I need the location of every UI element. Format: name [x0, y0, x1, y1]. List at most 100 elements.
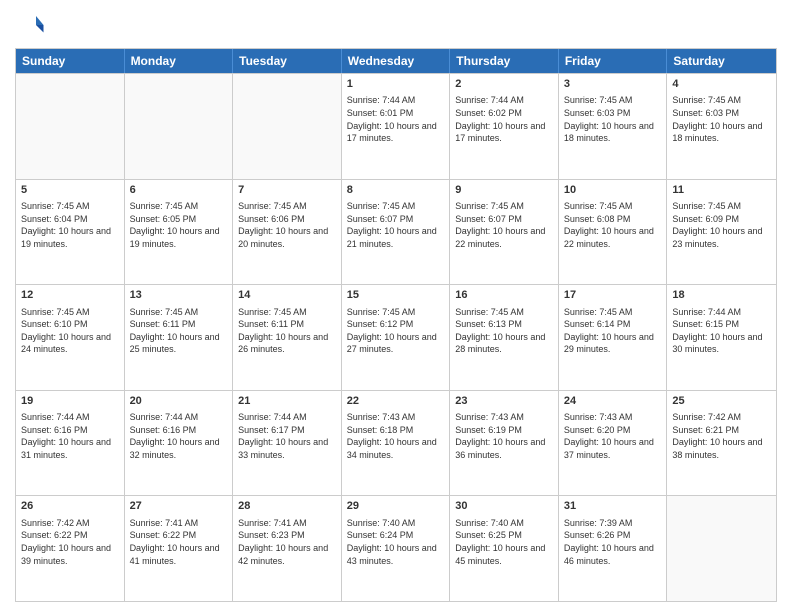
- day-number: 2: [455, 77, 553, 92]
- day-info: Sunrise: 7:42 AMSunset: 6:22 PMDaylight:…: [21, 517, 119, 567]
- day-cell-14: 14 Sunrise: 7:45 AMSunset: 6:11 PMDayligh…: [233, 285, 342, 390]
- day-number: 3: [564, 77, 662, 92]
- day-cell-8: 8 Sunrise: 7:45 AMSunset: 6:07 PMDaylight…: [342, 180, 451, 285]
- day-cell-16: 16 Sunrise: 7:45 AMSunset: 6:13 PMDayligh…: [450, 285, 559, 390]
- day-info: Sunrise: 7:45 AMSunset: 6:06 PMDaylight:…: [238, 200, 336, 250]
- day-number: 14: [238, 288, 336, 303]
- day-info: Sunrise: 7:42 AMSunset: 6:21 PMDaylight:…: [672, 411, 771, 461]
- day-cell-1: 1 Sunrise: 7:44 AMSunset: 6:01 PMDaylight…: [342, 74, 451, 179]
- day-info: Sunrise: 7:45 AMSunset: 6:13 PMDaylight:…: [455, 306, 553, 356]
- day-cell-19: 19Sunrise: 7:44 AMSunset: 6:16 PMDayligh…: [16, 391, 125, 496]
- day-number: 22: [347, 394, 445, 409]
- calendar-row-4: 26 Sunrise: 7:42 AMSunset: 6:22 PMDayligh…: [16, 495, 776, 601]
- day-info: Sunrise: 7:40 AMSunset: 6:25 PMDaylight:…: [455, 517, 553, 567]
- day-cell-23: 23 Sunrise: 7:43 AMSunset: 6:19 PMDayligh…: [450, 391, 559, 496]
- calendar: SundayMondayTuesdayWednesdayThursdayFrid…: [15, 48, 777, 602]
- day-cell-28: 28Sunrise: 7:41 AMSunset: 6:23 PMDayligh…: [233, 496, 342, 601]
- header-day-wednesday: Wednesday: [342, 49, 451, 73]
- logo: [15, 10, 49, 40]
- calendar-body: 1 Sunrise: 7:44 AMSunset: 6:01 PMDaylight…: [16, 73, 776, 601]
- day-info: Sunrise: 7:40 AMSunset: 6:24 PMDaylight:…: [347, 517, 445, 567]
- header-day-friday: Friday: [559, 49, 668, 73]
- day-cell-26: 26 Sunrise: 7:42 AMSunset: 6:22 PMDayligh…: [16, 496, 125, 601]
- day-number: 6: [130, 183, 228, 198]
- page: SundayMondayTuesdayWednesdayThursdayFrid…: [0, 0, 792, 612]
- day-number: 21: [238, 394, 336, 409]
- calendar-header: SundayMondayTuesdayWednesdayThursdayFrid…: [16, 49, 776, 73]
- day-cell-17: 17 Sunrise: 7:45 AMSunset: 6:14 PMDayligh…: [559, 285, 668, 390]
- day-cell-18: 18 Sunrise: 7:44 AMSunset: 6:15 PMDayligh…: [667, 285, 776, 390]
- day-number: 20: [130, 394, 228, 409]
- day-cell-5: 5Sunrise: 7:45 AMSunset: 6:04 PMDaylight…: [16, 180, 125, 285]
- day-info: Sunrise: 7:45 AMSunset: 6:12 PMDaylight:…: [347, 306, 445, 356]
- day-number: 1: [347, 77, 445, 92]
- empty-cell: [667, 496, 776, 601]
- day-info: Sunrise: 7:45 AMSunset: 6:05 PMDaylight:…: [130, 200, 228, 250]
- day-number: 17: [564, 288, 662, 303]
- day-cell-6: 6 Sunrise: 7:45 AMSunset: 6:05 PMDaylight…: [125, 180, 234, 285]
- day-cell-4: 4Sunrise: 7:45 AMSunset: 6:03 PMDaylight…: [667, 74, 776, 179]
- day-info: Sunrise: 7:45 AMSunset: 6:11 PMDaylight:…: [130, 306, 228, 356]
- day-number: 31: [564, 499, 662, 514]
- day-number: 25: [672, 394, 771, 409]
- day-cell-7: 7 Sunrise: 7:45 AMSunset: 6:06 PMDaylight…: [233, 180, 342, 285]
- day-cell-25: 25 Sunrise: 7:42 AMSunset: 6:21 PMDayligh…: [667, 391, 776, 496]
- day-number: 29: [347, 499, 445, 514]
- day-number: 19: [21, 394, 119, 409]
- empty-cell: [125, 74, 234, 179]
- calendar-row-1: 5Sunrise: 7:45 AMSunset: 6:04 PMDaylight…: [16, 179, 776, 285]
- day-info: Sunrise: 7:43 AMSunset: 6:19 PMDaylight:…: [455, 411, 553, 461]
- day-cell-2: 2 Sunrise: 7:44 AMSunset: 6:02 PMDaylight…: [450, 74, 559, 179]
- day-number: 7: [238, 183, 336, 198]
- day-number: 23: [455, 394, 553, 409]
- day-number: 26: [21, 499, 119, 514]
- day-cell-11: 11Sunrise: 7:45 AMSunset: 6:09 PMDayligh…: [667, 180, 776, 285]
- day-number: 15: [347, 288, 445, 303]
- day-number: 12: [21, 288, 119, 303]
- calendar-row-2: 12Sunrise: 7:45 AMSunset: 6:10 PMDayligh…: [16, 284, 776, 390]
- day-number: 13: [130, 288, 228, 303]
- day-cell-10: 10 Sunrise: 7:45 AMSunset: 6:08 PMDayligh…: [559, 180, 668, 285]
- header-day-saturday: Saturday: [667, 49, 776, 73]
- day-info: Sunrise: 7:44 AMSunset: 6:16 PMDaylight:…: [130, 411, 228, 461]
- empty-cell: [233, 74, 342, 179]
- day-info: Sunrise: 7:43 AMSunset: 6:18 PMDaylight:…: [347, 411, 445, 461]
- day-info: Sunrise: 7:45 AMSunset: 6:11 PMDaylight:…: [238, 306, 336, 356]
- day-info: Sunrise: 7:44 AMSunset: 6:02 PMDaylight:…: [455, 94, 553, 144]
- day-info: Sunrise: 7:44 AMSunset: 6:17 PMDaylight:…: [238, 411, 336, 461]
- day-cell-15: 15 Sunrise: 7:45 AMSunset: 6:12 PMDayligh…: [342, 285, 451, 390]
- day-info: Sunrise: 7:41 AMSunset: 6:23 PMDaylight:…: [238, 517, 336, 567]
- empty-cell: [16, 74, 125, 179]
- day-info: Sunrise: 7:45 AMSunset: 6:03 PMDaylight:…: [564, 94, 662, 144]
- day-number: 10: [564, 183, 662, 198]
- day-cell-20: 20 Sunrise: 7:44 AMSunset: 6:16 PMDayligh…: [125, 391, 234, 496]
- header-day-sunday: Sunday: [16, 49, 125, 73]
- day-info: Sunrise: 7:44 AMSunset: 6:01 PMDaylight:…: [347, 94, 445, 144]
- day-number: 30: [455, 499, 553, 514]
- calendar-row-0: 1 Sunrise: 7:44 AMSunset: 6:01 PMDaylight…: [16, 73, 776, 179]
- header-day-monday: Monday: [125, 49, 234, 73]
- day-number: 24: [564, 394, 662, 409]
- header: [15, 10, 777, 40]
- day-number: 27: [130, 499, 228, 514]
- day-cell-13: 13 Sunrise: 7:45 AMSunset: 6:11 PMDayligh…: [125, 285, 234, 390]
- day-info: Sunrise: 7:43 AMSunset: 6:20 PMDaylight:…: [564, 411, 662, 461]
- day-cell-3: 3 Sunrise: 7:45 AMSunset: 6:03 PMDaylight…: [559, 74, 668, 179]
- day-info: Sunrise: 7:45 AMSunset: 6:14 PMDaylight:…: [564, 306, 662, 356]
- calendar-row-3: 19 Sunrise: 7:44 AMSunset: 6:16 PMDayligh…: [16, 390, 776, 496]
- day-info: Sunrise: 7:44 AMSunset: 6:15 PMDaylight:…: [672, 306, 771, 356]
- day-info: Sunrise: 7:45 AMSunset: 6:07 PMDaylight:…: [347, 200, 445, 250]
- day-info: Sunrise: 7:45 AMSunset: 6:07 PMDaylight:…: [455, 200, 553, 250]
- day-number: 16: [455, 288, 553, 303]
- day-info: Sunrise: 7:45 AMSunset: 6:04 PMDaylight:…: [21, 200, 119, 250]
- day-info: Sunrise: 7:45 AMSunset: 6:09 PMDaylight:…: [672, 200, 771, 250]
- day-cell-21: 21 Sunrise: 7:44 AMSunset: 6:17 PMDayligh…: [233, 391, 342, 496]
- header-day-tuesday: Tuesday: [233, 49, 342, 73]
- day-cell-12: 12Sunrise: 7:45 AMSunset: 6:10 PMDayligh…: [16, 285, 125, 390]
- day-number: 18: [672, 288, 771, 303]
- day-cell-27: 27Sunrise: 7:41 AMSunset: 6:22 PMDayligh…: [125, 496, 234, 601]
- logo-icon: [15, 10, 45, 40]
- day-number: 8: [347, 183, 445, 198]
- day-number: 4: [672, 77, 771, 92]
- day-info: Sunrise: 7:45 AMSunset: 6:08 PMDaylight:…: [564, 200, 662, 250]
